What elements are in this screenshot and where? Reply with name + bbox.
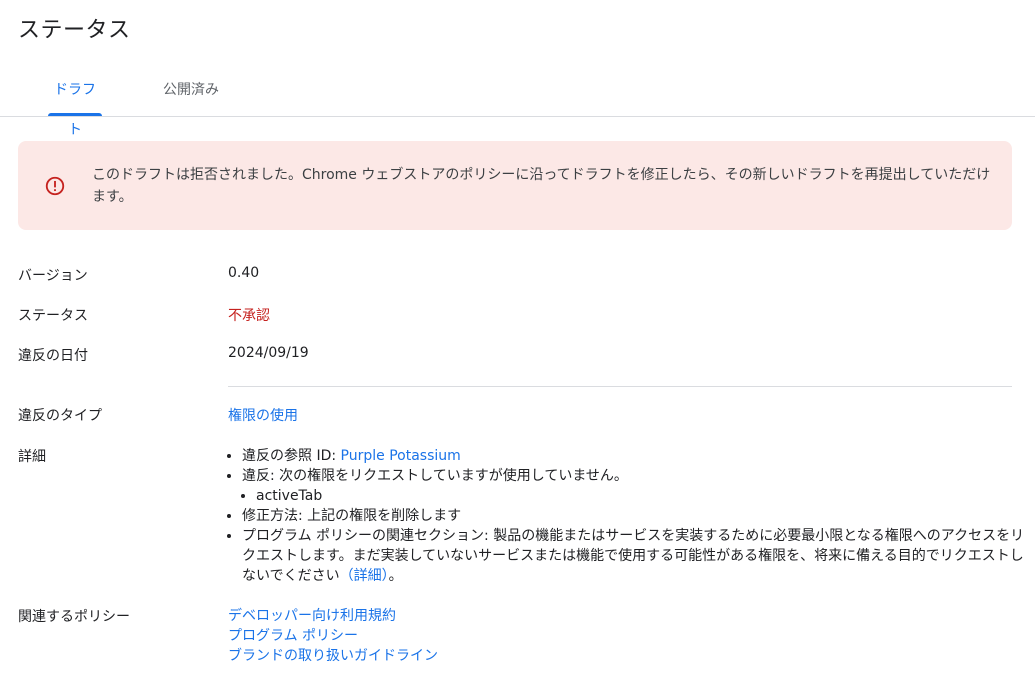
version-value: 0.40: [228, 265, 260, 281]
fix-text: 修正方法: 上記の権限を削除します: [242, 508, 462, 524]
learn-more-link[interactable]: （詳細）: [340, 568, 389, 584]
violation-ref-link[interactable]: Purple Potassium: [341, 448, 461, 464]
violation-type-link[interactable]: 権限の使用: [228, 405, 298, 425]
program-policy-link[interactable]: プログラム ポリシー: [228, 626, 438, 646]
violation-type-label: 違反のタイプ: [18, 408, 102, 424]
section-divider: [228, 386, 1012, 387]
tab-published-label: 公開済み: [163, 82, 219, 98]
developer-terms-link[interactable]: デベロッパー向け利用規約: [228, 606, 438, 626]
list-item: 修正方法: 上記の権限を削除します: [242, 506, 1026, 526]
tab-bar: ドラフト 公開済み: [0, 70, 1035, 138]
related-policies-links: デベロッパー向け利用規約 プログラム ポリシー ブランドの取り扱いガイドライン: [228, 606, 438, 666]
violation-date-value: 2024/09/19: [228, 345, 309, 361]
related-policies-label: 関連するポリシー: [18, 609, 130, 625]
violation-date-label: 違反の日付: [18, 348, 88, 364]
brand-guidelines-link[interactable]: ブランドの取り扱いガイドライン: [228, 646, 438, 666]
tab-published[interactable]: 公開済み: [162, 70, 220, 114]
list-item: プログラム ポリシーの関連セクション: 製品の機能またはサービスを実装するために…: [242, 526, 1026, 586]
tab-draft[interactable]: ドラフト: [48, 70, 102, 138]
violation-ref-prefix: 違反の参照 ID:: [242, 448, 341, 464]
version-label: バージョン: [18, 268, 88, 284]
tab-draft-label: ドラフト: [54, 82, 96, 138]
details-list: 違反の参照 ID: Purple Potassium 違反: 次の権限をリクエス…: [228, 446, 1026, 586]
status-label: ステータス: [18, 308, 88, 324]
permission-item: activeTab: [256, 486, 1026, 506]
page-title: ステータス: [18, 18, 131, 43]
status-value: 不承認: [228, 308, 270, 324]
details-label: 詳細: [18, 449, 46, 465]
permission-list: activeTab: [242, 486, 1026, 506]
active-tab-indicator: [48, 113, 102, 116]
rejection-alert: このドラフトは拒否されました。Chrome ウェブストアのポリシーに沿ってドラフ…: [18, 141, 1012, 230]
violation-text: 違反: 次の権限をリクエストしていますが使用していません。: [242, 468, 628, 484]
list-item: 違反の参照 ID: Purple Potassium: [242, 446, 1026, 466]
error-circle-icon: [45, 176, 65, 196]
list-item: 違反: 次の権限をリクエストしていますが使用していません。 activeTab: [242, 466, 1026, 506]
alert-message: このドラフトは拒否されました。Chrome ウェブストアのポリシーに沿ってドラフ…: [92, 167, 991, 205]
policy-section-end: 。: [388, 568, 403, 584]
